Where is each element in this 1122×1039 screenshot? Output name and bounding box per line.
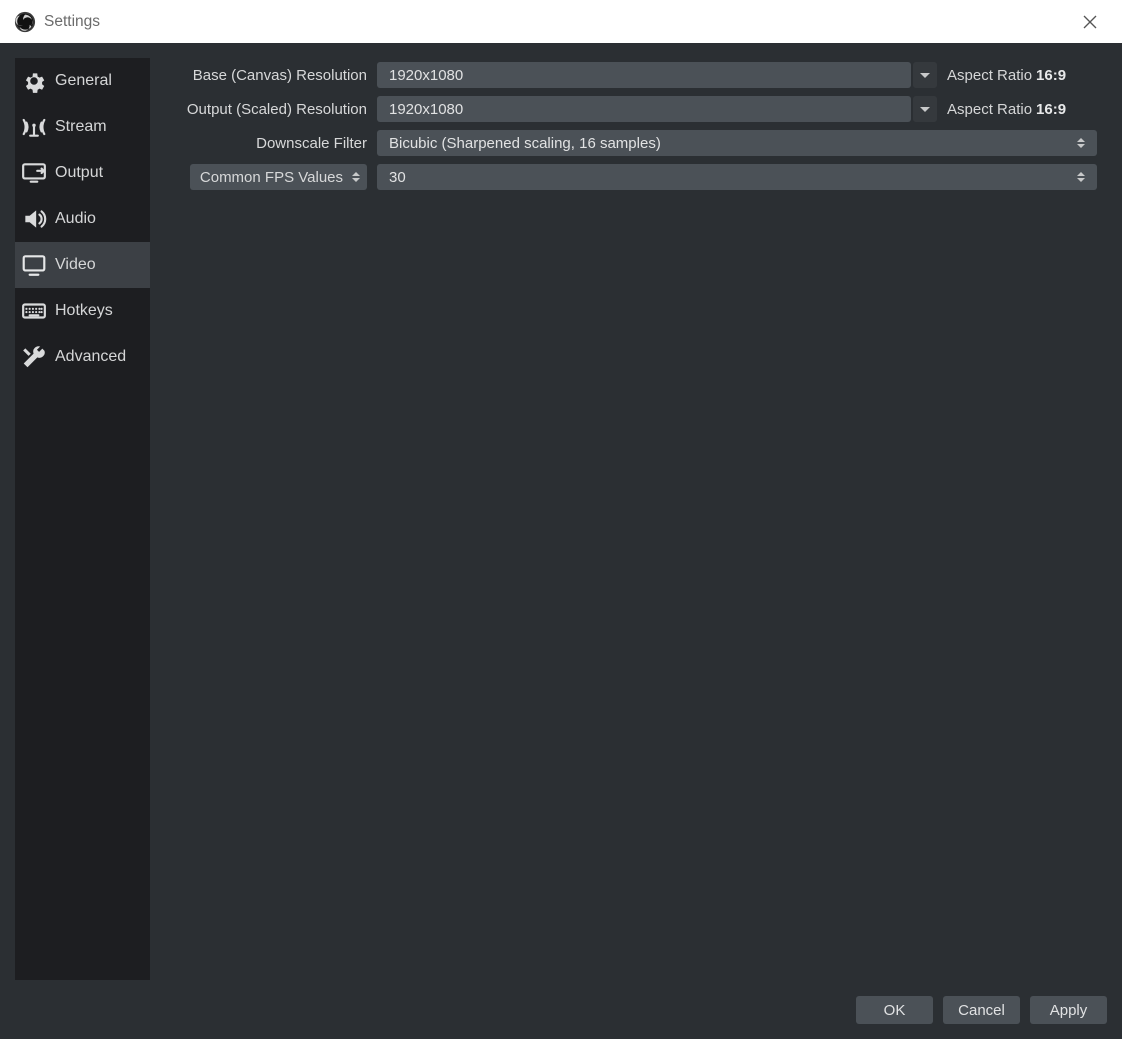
window-close-button[interactable]: [1066, 0, 1114, 43]
base-resolution-dropdown-button[interactable]: [913, 62, 937, 88]
aspect-value: 16:9: [1036, 101, 1066, 118]
sidebar-item-audio[interactable]: Audio: [15, 196, 150, 242]
sidebar-item-output[interactable]: Output: [15, 150, 150, 196]
sidebar-item-label: Audio: [55, 210, 96, 228]
dialog-footer: OK Cancel Apply: [15, 988, 1107, 1024]
fps-row: Common FPS Values 30: [165, 164, 1107, 190]
sidebar-item-label: General: [55, 72, 112, 90]
aspect-value: 16:9: [1036, 67, 1066, 84]
obs-app-icon: [14, 11, 36, 33]
window-title: Settings: [44, 13, 100, 31]
sidebar-item-hotkeys[interactable]: Hotkeys: [15, 288, 150, 334]
apply-button[interactable]: Apply: [1030, 996, 1107, 1024]
output-resolution-aspect: Aspect Ratio 16:9: [947, 101, 1066, 118]
updown-icon: [1077, 164, 1091, 190]
downscale-filter-row: Downscale Filter Bicubic (Sharpened scal…: [165, 130, 1107, 156]
tools-icon: [19, 343, 49, 371]
fps-value-select[interactable]: 30: [377, 164, 1097, 190]
chevron-down-icon: [920, 73, 930, 78]
output-resolution-dropdown-button[interactable]: [913, 96, 937, 122]
output-resolution-combo[interactable]: 1920x1080: [377, 96, 937, 122]
gear-icon: [19, 67, 49, 95]
updown-icon: [349, 172, 363, 182]
monitor-icon: [19, 251, 49, 279]
output-resolution-label: Output (Scaled) Resolution: [165, 101, 377, 118]
keyboard-icon: [19, 297, 49, 325]
ok-button[interactable]: OK: [856, 996, 933, 1024]
output-resolution-row: Output (Scaled) Resolution 1920x1080 Asp…: [165, 96, 1107, 122]
base-resolution-combo[interactable]: 1920x1080: [377, 62, 937, 88]
antenna-icon: [19, 113, 49, 141]
sidebar-item-label: Hotkeys: [55, 302, 113, 320]
chevron-down-icon: [920, 107, 930, 112]
aspect-label: Aspect Ratio: [947, 67, 1032, 84]
sidebar-item-label: Advanced: [55, 348, 126, 366]
downscale-filter-label: Downscale Filter: [165, 135, 377, 152]
base-resolution-row: Base (Canvas) Resolution 1920x1080 Aspec…: [165, 62, 1107, 88]
video-settings-panel: Base (Canvas) Resolution 1920x1080 Aspec…: [165, 58, 1107, 980]
output-resolution-value[interactable]: 1920x1080: [377, 96, 911, 122]
downscale-filter-select[interactable]: Bicubic (Sharpened scaling, 16 samples): [377, 130, 1097, 156]
sidebar-item-advanced[interactable]: Advanced: [15, 334, 150, 380]
fps-value: 30: [389, 169, 406, 186]
downscale-filter-value: Bicubic (Sharpened scaling, 16 samples): [389, 135, 661, 152]
output-icon: [19, 159, 49, 187]
fps-mode-select[interactable]: Common FPS Values: [190, 164, 367, 190]
updown-icon: [1077, 130, 1091, 156]
settings-body: General Stream: [0, 43, 1122, 1039]
sidebar-item-label: Output: [55, 164, 103, 182]
aspect-label: Aspect Ratio: [947, 101, 1032, 118]
settings-sidebar: General Stream: [15, 58, 150, 980]
base-resolution-label: Base (Canvas) Resolution: [165, 67, 377, 84]
titlebar: Settings: [0, 0, 1122, 43]
speaker-icon: [19, 205, 49, 233]
sidebar-item-label: Stream: [55, 118, 107, 136]
sidebar-item-general[interactable]: General: [15, 58, 150, 104]
sidebar-item-stream[interactable]: Stream: [15, 104, 150, 150]
fps-mode-label: Common FPS Values: [200, 169, 343, 186]
cancel-button[interactable]: Cancel: [943, 996, 1020, 1024]
sidebar-item-label: Video: [55, 256, 96, 274]
sidebar-item-video[interactable]: Video: [15, 242, 150, 288]
base-resolution-aspect: Aspect Ratio 16:9: [947, 67, 1066, 84]
base-resolution-value[interactable]: 1920x1080: [377, 62, 911, 88]
